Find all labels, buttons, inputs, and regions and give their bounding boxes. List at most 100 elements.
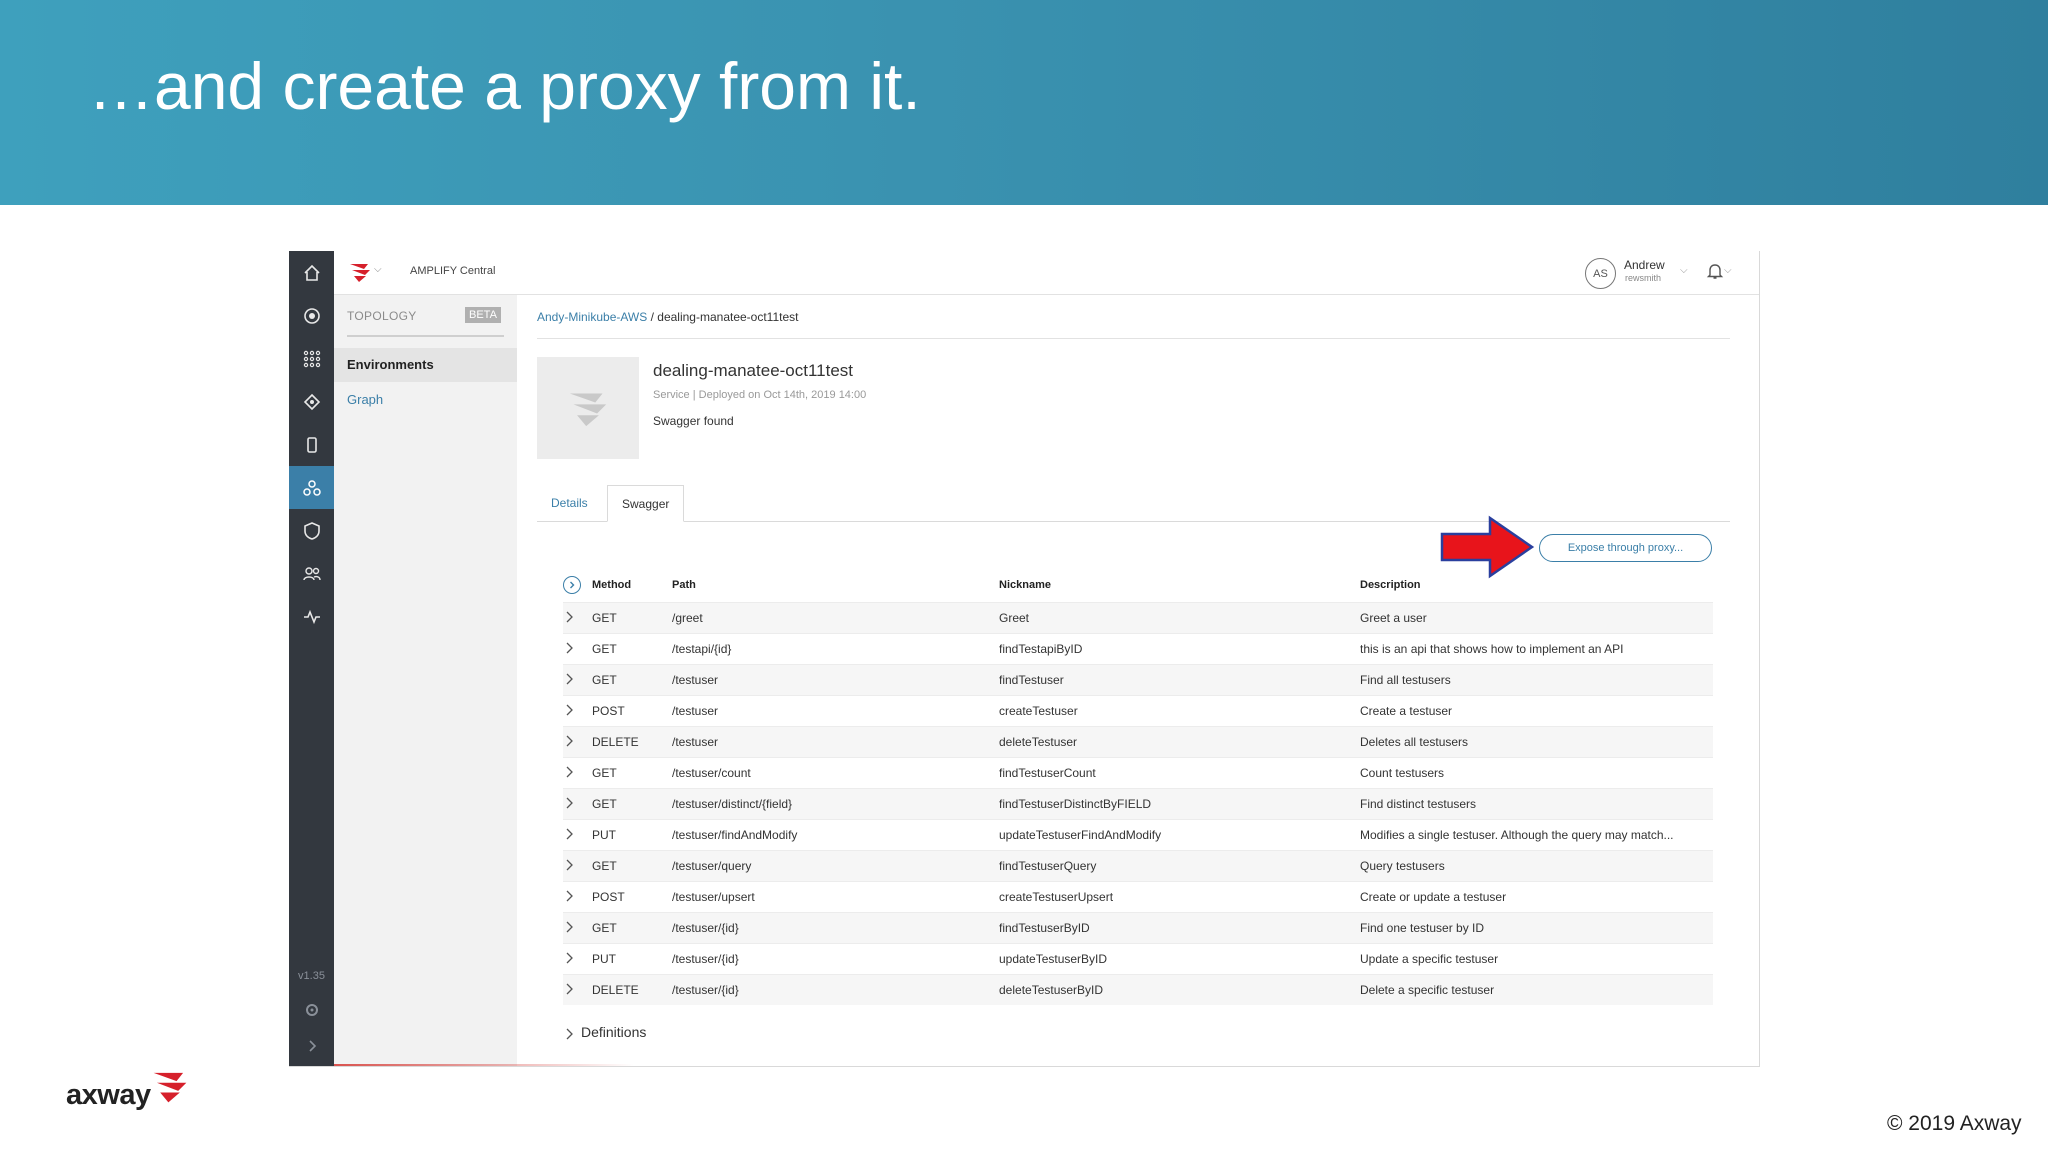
- row-path: /testuser/findAndModify: [672, 828, 798, 842]
- row-description: Count testusers: [1360, 766, 1445, 780]
- chevron-right-icon[interactable]: [563, 764, 575, 780]
- row-description: this is an api that shows how to impleme…: [1360, 642, 1624, 656]
- row-method: DELETE: [592, 735, 639, 749]
- bottom-accent-line: [334, 1064, 634, 1066]
- chevron-right-icon[interactable]: [563, 640, 575, 656]
- subnav-item-environments[interactable]: Environments: [334, 348, 517, 382]
- row-path: /testuser/count: [672, 766, 751, 780]
- app-version: v1.35: [298, 970, 325, 982]
- home-icon[interactable]: [289, 251, 334, 294]
- slide: …and create a proxy from it. v1.35 ⌵ AMP…: [0, 0, 2048, 1152]
- column-header-path: Path: [672, 579, 696, 591]
- chevron-right-icon: [566, 1028, 573, 1040]
- table-row[interactable]: DELETE/testuser/{id} deleteTestuserByID De…: [563, 974, 1713, 1005]
- table-row[interactable]: GET/greet Greet Greet a user: [563, 602, 1713, 633]
- tabs-divider: [537, 521, 1730, 522]
- row-nickname: findTestuserByID: [999, 921, 1090, 935]
- expand-rail-icon[interactable]: [289, 1024, 334, 1066]
- row-description: Find all testusers: [1360, 673, 1451, 687]
- left-rail: v1.35: [289, 251, 334, 1066]
- row-method: GET: [592, 859, 617, 873]
- column-header-nickname: Nickname: [999, 579, 1051, 591]
- topology-subnav: TOPOLOGY BETA Environments Graph: [334, 295, 517, 1066]
- table-row[interactable]: GET/testuser/{id} findTestuserByID Find on…: [563, 912, 1713, 943]
- chevron-right-icon[interactable]: [563, 795, 575, 811]
- table-row[interactable]: PUT/testuser/{id} updateTestuserByID Updat…: [563, 943, 1713, 974]
- row-path: /testuser/query: [672, 859, 752, 873]
- chevron-right-icon[interactable]: [563, 671, 575, 687]
- table-row[interactable]: POST/testuser createTestuser Create a test…: [563, 695, 1713, 726]
- row-path: /testuser/{id}: [672, 983, 739, 997]
- table-row[interactable]: POST/testuser/upsert createTestuserUpsert…: [563, 881, 1713, 912]
- users-icon[interactable]: [289, 552, 334, 595]
- table-row[interactable]: GET/testuser/distinct/{field} findTestuse…: [563, 788, 1713, 819]
- expose-through-proxy-button[interactable]: Expose through proxy...: [1539, 534, 1712, 562]
- row-method: POST: [592, 890, 625, 904]
- topology-icon[interactable]: [289, 466, 334, 509]
- row-path: /testapi/{id}: [672, 642, 732, 656]
- chevron-right-icon[interactable]: [563, 919, 575, 935]
- hub-icon[interactable]: [289, 380, 334, 423]
- chevron-right-icon[interactable]: [563, 981, 575, 997]
- product-name: AMPLIFY Central: [410, 265, 496, 277]
- notifications-chevron-icon[interactable]: ⌵: [1724, 265, 1732, 276]
- chevron-right-icon[interactable]: [563, 733, 575, 749]
- top-bar: ⌵ AMPLIFY Central AS Andrew rewsmith ⌵ ⌵: [334, 251, 1759, 295]
- row-method: GET: [592, 921, 617, 935]
- row-method: DELETE: [592, 983, 639, 997]
- row-path: /testuser/{id}: [672, 921, 739, 935]
- chevron-down-icon[interactable]: ⌵: [374, 264, 382, 275]
- tab-swagger[interactable]: Swagger: [607, 485, 685, 522]
- row-description: Find distinct testusers: [1360, 797, 1477, 811]
- breadcrumb-divider: [537, 338, 1730, 339]
- copyright: © 2019 Axway: [1887, 1112, 2022, 1135]
- service-thumbnail: [537, 357, 639, 459]
- shield-icon[interactable]: [289, 509, 334, 552]
- row-method: GET: [592, 611, 617, 625]
- table-row[interactable]: PUT/testuser/findAndModify updateTestuser…: [563, 819, 1713, 850]
- row-nickname: Greet: [999, 611, 1030, 625]
- tab-details[interactable]: Details: [537, 485, 602, 522]
- table-row[interactable]: GET/testuser/count findTestuserCount Count…: [563, 757, 1713, 788]
- app-screenshot: v1.35 ⌵ AMPLIFY Central AS Andrew rewsmi…: [289, 251, 1760, 1067]
- chevron-right-icon[interactable]: [563, 609, 575, 625]
- chevron-right-icon[interactable]: [563, 857, 575, 873]
- row-path: /testuser/upsert: [672, 890, 755, 904]
- row-description: Find one testuser by ID: [1360, 921, 1485, 935]
- chevron-right-icon[interactable]: [563, 950, 575, 966]
- row-description: Create or update a testuser: [1360, 890, 1507, 904]
- table-row[interactable]: GET/testapi/{id} findTestapiByID this is a…: [563, 633, 1713, 664]
- row-nickname: findTestuserCount: [999, 766, 1096, 780]
- table-row[interactable]: DELETE/testuser deleteTestuser Deletes all…: [563, 726, 1713, 757]
- row-path: /testuser: [672, 735, 719, 749]
- row-method: GET: [592, 673, 617, 687]
- subnav-item-graph[interactable]: Graph: [334, 383, 517, 417]
- avatar[interactable]: AS: [1585, 258, 1616, 289]
- axway-logo-icon[interactable]: [348, 261, 372, 283]
- service-meta: Service | Deployed on Oct 14th, 2019 14:…: [653, 389, 867, 401]
- mobile-icon[interactable]: [289, 423, 334, 466]
- chevron-right-icon[interactable]: [563, 888, 575, 904]
- row-description: Deletes all testusers: [1360, 735, 1469, 749]
- row-description: Create a testuser: [1360, 704, 1453, 718]
- activity-icon[interactable]: [289, 595, 334, 638]
- target-icon[interactable]: [289, 294, 334, 337]
- row-method: GET: [592, 642, 617, 656]
- service-logo-icon: [569, 393, 607, 427]
- chevron-right-icon[interactable]: [563, 702, 575, 718]
- chevron-right-icon[interactable]: [563, 826, 575, 842]
- user-menu-chevron-icon[interactable]: ⌵: [1680, 265, 1688, 276]
- expand-all-icon[interactable]: [563, 576, 581, 594]
- definitions-label: Definitions: [581, 1024, 647, 1040]
- bell-icon[interactable]: [1705, 261, 1725, 281]
- row-method: PUT: [592, 828, 616, 842]
- apps-grid-icon[interactable]: [289, 337, 334, 380]
- breadcrumb-parent-link[interactable]: Andy-Minikube-AWS: [537, 310, 647, 324]
- table-row[interactable]: GET/testuser findTestuser Find all testuse…: [563, 664, 1713, 695]
- row-nickname: findTestapiByID: [999, 642, 1083, 656]
- table-row[interactable]: GET/testuser/query findTestuserQuery Query…: [563, 850, 1713, 881]
- subnav-divider: [347, 335, 504, 337]
- user-name[interactable]: Andrew: [1624, 258, 1665, 272]
- table-header: Method Path Nickname Description: [563, 567, 1713, 602]
- row-method: GET: [592, 766, 617, 780]
